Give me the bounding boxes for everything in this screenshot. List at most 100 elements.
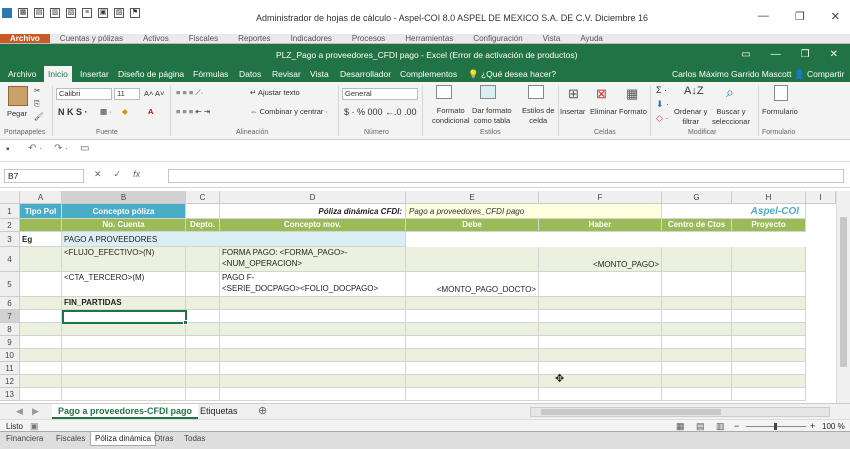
fill-icon[interactable]: ⬇ · [656, 99, 669, 110]
conditional-format-icon[interactable] [436, 85, 452, 99]
menu-activos[interactable]: Activos [133, 34, 179, 43]
cell-c2[interactable]: Depto. [186, 219, 220, 232]
user-name[interactable]: Carlos Máximo Garrido Mascott [668, 66, 796, 82]
cell-a12[interactable] [20, 375, 62, 388]
cell-e12[interactable] [406, 375, 539, 388]
row-header[interactable]: 3 [0, 232, 20, 247]
form-icon[interactable] [774, 85, 788, 101]
row-header[interactable]: 1 [0, 204, 20, 219]
cell-b9[interactable] [62, 336, 186, 349]
cell-a3[interactable]: Eg [20, 232, 62, 247]
undo-icon[interactable]: ↶ · [28, 143, 43, 154]
cell-d4[interactable]: FORMA PAGO: <FORMA_PAGO>- <NUM_OPERACION> [220, 247, 406, 272]
cell-g6[interactable] [662, 297, 732, 310]
cell-a5[interactable] [20, 272, 62, 297]
cell-b13[interactable] [62, 388, 186, 401]
cell-e7[interactable] [406, 310, 539, 323]
delete-cells-button[interactable]: Eliminar [590, 107, 617, 116]
tab-archivo[interactable]: Archivo [4, 66, 40, 82]
cell-c4[interactable] [186, 247, 220, 272]
cell-d12[interactable] [220, 375, 406, 388]
cell-e2[interactable]: Debe [406, 219, 539, 232]
cell-d7[interactable] [220, 310, 406, 323]
menu-archivo[interactable]: Archivo [0, 34, 50, 43]
copy-icon[interactable]: ⎘ [34, 99, 40, 109]
align-top-icons[interactable]: ≡ ≡ ≡ ⟋· [176, 88, 203, 98]
cell-e10[interactable] [406, 349, 539, 362]
cell-g4[interactable] [662, 247, 732, 272]
redo-icon[interactable]: ↷ · [54, 143, 69, 154]
wrap-text-button[interactable]: ↵ Ajustar texto [250, 88, 300, 97]
cell-b10[interactable] [62, 349, 186, 362]
find-select-button[interactable]: Buscar y seleccionar [712, 107, 750, 127]
cell-h2[interactable]: Proyecto [732, 219, 806, 232]
cell-c10[interactable] [186, 349, 220, 362]
search-icon[interactable]: ⌕ [726, 84, 734, 101]
vertical-scrollbar[interactable] [836, 191, 850, 403]
cell-h8[interactable] [732, 323, 806, 336]
row-header[interactable]: 10 [0, 349, 20, 362]
row-header[interactable]: 2 [0, 219, 20, 232]
format-as-table-button[interactable]: Dar formato como tabla [472, 106, 512, 126]
bottom-tab[interactable]: Fiscales [56, 434, 85, 443]
insert-cells-icon[interactable]: ⊞ [568, 86, 579, 102]
cell-h9[interactable] [732, 336, 806, 349]
cell-g12[interactable] [662, 375, 732, 388]
clear-icon[interactable]: ◇ · [656, 113, 668, 124]
cell-styles-icon[interactable] [528, 85, 544, 99]
align-left-icons[interactable]: ≡ ≡ ≡ ⇤ ⇥ [176, 107, 210, 116]
flag-icon[interactable]: ⚑ [130, 8, 140, 18]
cell-a9[interactable] [20, 336, 62, 349]
cell-g7[interactable] [662, 310, 732, 323]
scroll-right-icon[interactable]: ▶ [32, 406, 39, 417]
cell-d6[interactable] [220, 297, 406, 310]
column-header[interactable]: G [662, 191, 732, 204]
customize-qat-icon[interactable]: ▭ [80, 143, 89, 154]
cell-g11[interactable] [662, 362, 732, 375]
tab-inicio[interactable]: Inicio [44, 66, 72, 82]
row-header[interactable]: 13 [0, 388, 20, 401]
column-header[interactable]: H [732, 191, 806, 204]
scroll-left-icon[interactable]: ◀ [16, 406, 23, 417]
grid-icon[interactable]: ▦ [18, 8, 28, 18]
cell-e9[interactable] [406, 336, 539, 349]
maximize-icon[interactable]: ❐ [795, 10, 805, 23]
insert-function-icon[interactable]: fx [133, 169, 140, 183]
calc-icon[interactable]: ▨ [114, 8, 124, 18]
cell-e4[interactable] [406, 247, 539, 272]
cell-h12[interactable] [732, 375, 806, 388]
row-header[interactable]: 11 [0, 362, 20, 375]
excel-close-icon[interactable]: ✕ [830, 49, 838, 60]
cell-h5[interactable] [732, 272, 806, 297]
horizontal-scrollbar[interactable] [530, 407, 830, 417]
tell-me-box[interactable]: 💡 ¿Qué desea hacer? [464, 66, 560, 82]
selected-cell-b7[interactable] [62, 310, 188, 325]
cell-styles-button[interactable]: Estilos de celda [522, 106, 555, 126]
column-header[interactable]: E [406, 191, 539, 204]
cell-d10[interactable] [220, 349, 406, 362]
cell-f10[interactable] [539, 349, 662, 362]
tab-datos[interactable]: Datos [235, 66, 265, 82]
menu-fiscales[interactable]: Fiscales [179, 34, 228, 43]
cell-f8[interactable] [539, 323, 662, 336]
cell-g5[interactable] [662, 272, 732, 297]
zoom-slider-thumb[interactable] [774, 423, 777, 430]
cell-b5[interactable]: <CTA_TERCERO>(M) [62, 272, 186, 297]
column-header[interactable]: D [220, 191, 406, 204]
cell-b3[interactable]: PAGO A PROVEEDORES [62, 232, 406, 247]
cell-f5[interactable] [539, 272, 662, 297]
zoom-slider[interactable] [746, 423, 806, 430]
menu-indicadores[interactable]: Indicadores [281, 34, 342, 43]
cell-d1[interactable]: Póliza dinámica CFDI: [220, 204, 406, 219]
cell-f4[interactable]: <MONTO_PAGO> [539, 247, 662, 272]
list-icon[interactable]: ≡ [82, 8, 92, 18]
cell-c1[interactable] [186, 204, 220, 219]
cell-f7[interactable] [539, 310, 662, 323]
cell-d5[interactable]: PAGO F- <SERIE_DOCPAGO><FOLIO_DOCPAGO> [220, 272, 406, 297]
form-button[interactable]: Formulario [762, 107, 798, 116]
cell-f9[interactable] [539, 336, 662, 349]
cell-h6[interactable] [732, 297, 806, 310]
tab-vista[interactable]: Vista [306, 66, 333, 82]
image-icon[interactable]: ▣ [98, 8, 108, 18]
cell-h1-logo[interactable]: Aspel-COI [662, 204, 806, 219]
